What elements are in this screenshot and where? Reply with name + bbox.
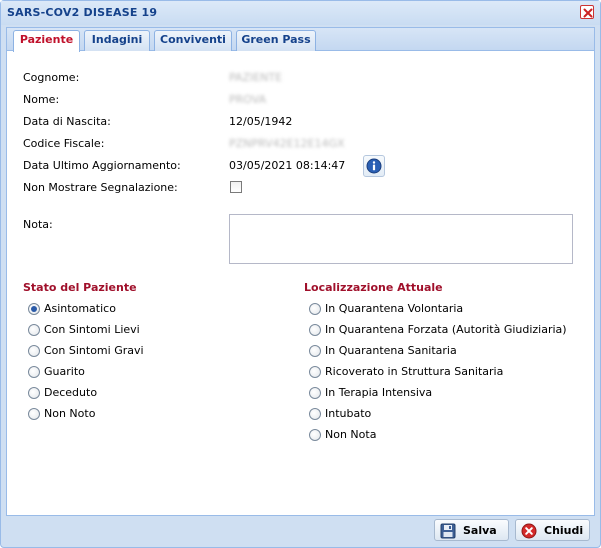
salva-button[interactable]: Salva [434, 519, 509, 541]
radio-label: Ricoverato in Struttura Sanitaria [325, 365, 504, 378]
floppy-disk-icon [440, 523, 456, 539]
nome-label: Nome: [23, 93, 60, 106]
tab-conviventi[interactable]: Conviventi [154, 30, 232, 51]
title-bar[interactable]: SARS-COV2 DISEASE 19 [1, 1, 600, 25]
codice-fiscale-label: Codice Fiscale: [23, 137, 105, 150]
window-title: SARS-COV2 DISEASE 19 [7, 6, 158, 19]
cognome-label: Cognome: [23, 71, 80, 84]
radio-label: Con Sintomi Gravi [44, 344, 144, 357]
stato-paziente-title: Stato del Paziente [23, 281, 137, 294]
ultimo-aggiornamento-value: 03/05/2021 08:14:47 [229, 159, 346, 172]
nota-textarea[interactable] [229, 214, 573, 264]
tab-green-pass[interactable]: Green Pass [236, 30, 316, 51]
codice-fiscale-value: PZNPRV42E12E14GX [229, 137, 345, 150]
radio-button[interactable] [28, 408, 40, 420]
chiudi-label: Chiudi [544, 524, 584, 537]
radio-label: In Quarantena Volontaria [325, 302, 464, 315]
tab-strip: Paziente Indagini Conviventi Green Pass [7, 28, 594, 52]
radio-label: Intubato [325, 407, 372, 420]
radio-button[interactable] [309, 324, 321, 336]
nome-value: PROVA [229, 93, 267, 106]
info-icon [366, 158, 382, 174]
radio-button[interactable] [309, 387, 321, 399]
radio-button[interactable] [309, 345, 321, 357]
nota-label: Nota: [23, 218, 53, 231]
dialog-window: SARS-COV2 DISEASE 19 Paziente Indagini C… [0, 0, 601, 548]
data-nascita-label: Data di Nascita: [23, 115, 111, 128]
salva-label: Salva [463, 524, 497, 537]
radio-label: Guarito [44, 365, 85, 378]
cognome-value: PAZIENTE [229, 71, 283, 84]
ultimo-aggiornamento-label: Data Ultimo Aggiornamento: [23, 159, 181, 172]
close-icon [583, 8, 593, 18]
non-mostrare-segnalazione-label: Non Mostrare Segnalazione: [23, 181, 178, 194]
cancel-circle-icon [521, 523, 537, 539]
data-nascita-value: 12/05/1942 [229, 115, 293, 128]
non-mostrare-segnalazione-checkbox[interactable] [230, 181, 242, 193]
chiudi-button[interactable]: Chiudi [515, 519, 590, 541]
radio-label: Asintomatico [44, 302, 116, 315]
radio-button[interactable] [28, 366, 40, 378]
radio-button[interactable] [28, 345, 40, 357]
radio-button[interactable] [309, 303, 321, 315]
radio-button[interactable] [28, 387, 40, 399]
radio-button[interactable] [309, 429, 321, 441]
tab-paziente[interactable]: Paziente [13, 30, 80, 52]
radio-label: Con Sintomi Lievi [44, 323, 140, 336]
close-button[interactable] [580, 5, 594, 19]
radio-button[interactable] [309, 366, 321, 378]
radio-label: In Quarantena Sanitaria [325, 344, 457, 357]
radio-button[interactable] [28, 303, 40, 315]
radio-button[interactable] [28, 324, 40, 336]
radio-label: In Quarantena Forzata (Autorità Giudizia… [325, 323, 567, 336]
radio-label: Non Nota [325, 428, 377, 441]
radio-button[interactable] [309, 408, 321, 420]
radio-label: In Terapia Intensiva [325, 386, 433, 399]
info-button[interactable] [363, 155, 385, 177]
radio-label: Deceduto [44, 386, 98, 399]
localizzazione-attuale-title: Localizzazione Attuale [304, 281, 443, 294]
radio-label: Non Noto [44, 407, 96, 420]
tab-indagini[interactable]: Indagini [84, 30, 150, 51]
tab-panel: Paziente Indagini Conviventi Green Pass … [6, 27, 595, 516]
